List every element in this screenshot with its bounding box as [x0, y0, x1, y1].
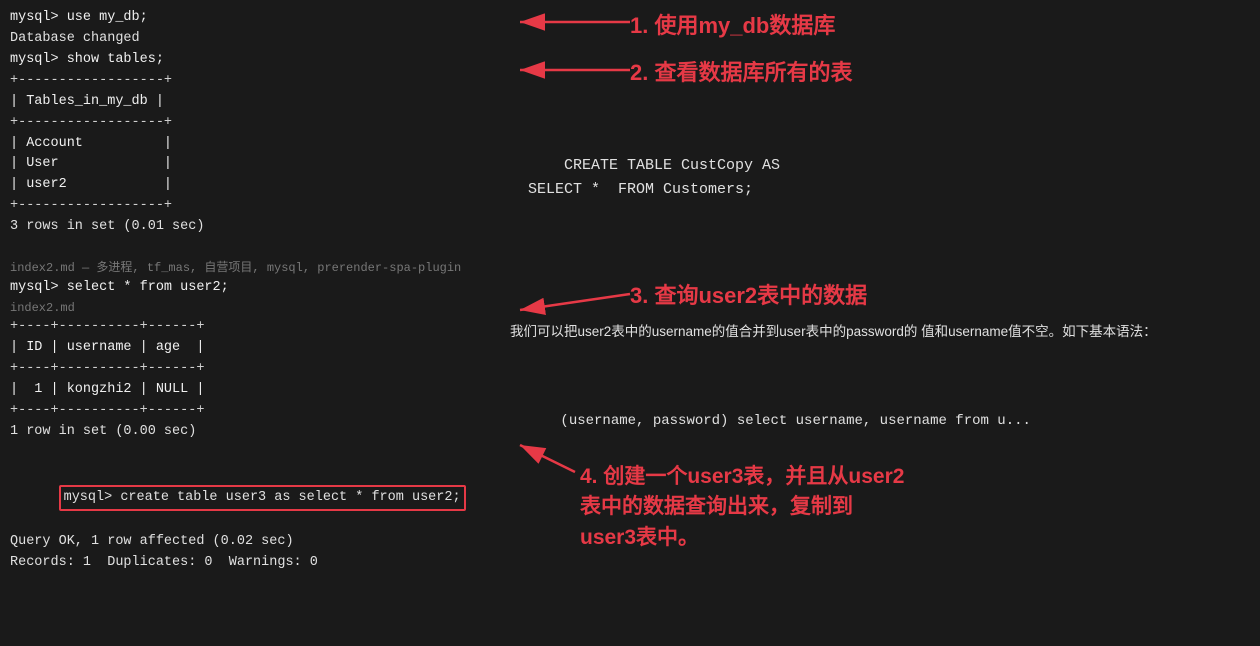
annotation-3: 3. 查询user2表中的数据 — [630, 278, 867, 310]
filepath-line: index2.md — 多进程, tf_mas, 自营项目, mysql, pr… — [10, 259, 500, 278]
ann4-line1: 4. 创建一个user3表，并且从user2 — [580, 462, 904, 492]
line-10: +------------------+ — [10, 196, 500, 217]
line-12 — [10, 238, 500, 259]
line-3: mysql> show tables; — [10, 50, 500, 71]
line-8: | User | — [10, 154, 500, 175]
line-records: Records: 1 Duplicates: 0 Warnings: 0 — [10, 553, 500, 574]
ann4-line2: 表中的数据查询出来，复制到 — [580, 492, 904, 522]
annotation-1: 1. 使用my_db数据库 — [630, 8, 835, 40]
line-7: | Account | — [10, 134, 500, 155]
line-14: +----+----------+------+ — [10, 317, 500, 338]
filepath2-line: index2.md — [10, 299, 500, 318]
line-11: 3 rows in set (0.01 sec) — [10, 217, 500, 238]
right-panel: CREATE TABLE CustCopy AS SELECT * FROM C… — [510, 0, 1260, 646]
line-17: +----+----------+------+ — [10, 401, 500, 422]
annotation-4: 4. 创建一个user3表，并且从user2 表中的数据查询出来，复制到 use… — [580, 462, 904, 553]
line-id-username-age: | ID | username | age | — [10, 338, 500, 359]
annotation-2: 2. 查看数据库所有的表 — [630, 55, 852, 87]
line-16: | 1 | kongzhi2 | NULL | — [10, 380, 500, 401]
line-19 — [10, 443, 500, 464]
line-2: Database changed — [10, 29, 500, 50]
line-1: mysql> use my_db; — [10, 8, 500, 29]
line-15: +----+----------+------+ — [10, 359, 500, 380]
line-18: 1 row in set (0.00 sec) — [10, 422, 500, 443]
line-13: mysql> select * from user2; — [10, 278, 500, 299]
desc-text-middle: 我们可以把user2表中的username的值合并到user表中的passwor… — [510, 322, 1157, 343]
ann4-line3: user3表中。 — [580, 523, 904, 553]
line-create-table: mysql> create table user3 as select * fr… — [10, 464, 500, 533]
create-table-cmd: mysql> create table user3 as select * fr… — [59, 485, 466, 512]
line-5: | Tables_in_my_db | — [10, 92, 500, 113]
main-container: mysql> use my_db; Database changed mysql… — [0, 0, 1260, 646]
line-6: +------------------+ — [10, 113, 500, 134]
line-4: +------------------+ — [10, 71, 500, 92]
terminal-panel: mysql> use my_db; Database changed mysql… — [0, 0, 510, 646]
create-table-overlay: CREATE TABLE CustCopy AS SELECT * FROM C… — [510, 130, 780, 226]
line-query-ok: Query OK, 1 row affected (0.02 sec) — [10, 532, 500, 553]
line-9: | user2 | — [10, 175, 500, 196]
sql-partial-overlay: (username, password) select username, us… — [510, 388, 1031, 455]
